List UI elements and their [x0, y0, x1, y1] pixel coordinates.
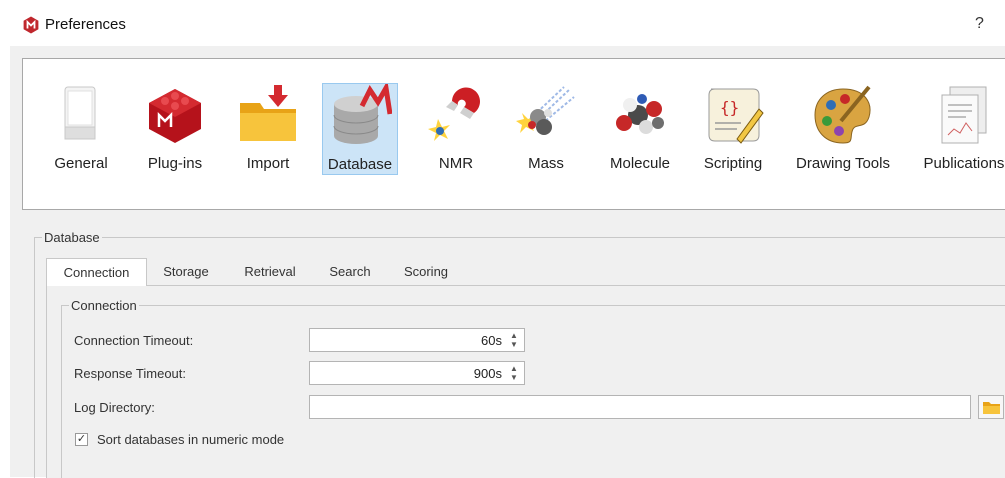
drawing-tools-icon: [814, 85, 871, 144]
category-molecule[interactable]: Molecule: [603, 83, 677, 175]
category-scripting[interactable]: {} Scripting: [693, 83, 773, 175]
help-button[interactable]: ?: [975, 15, 984, 33]
category-drawing-tools[interactable]: Drawing Tools: [787, 83, 899, 175]
tab-retrieval[interactable]: Retrieval: [232, 258, 308, 285]
molecule-icon: [616, 94, 664, 134]
import-icon: [240, 85, 296, 141]
browse-folder-button[interactable]: [978, 395, 1004, 419]
nmr-icon: [428, 87, 480, 141]
tab-storage[interactable]: Storage: [152, 258, 220, 285]
publications-icon: [941, 86, 987, 144]
category-mass[interactable]: Mass: [512, 83, 580, 175]
category-label: General: [54, 155, 108, 172]
category-label: Scripting: [703, 155, 763, 172]
connection-group: [61, 305, 1005, 478]
database-icon: [333, 84, 392, 144]
tab-search[interactable]: Search: [320, 258, 380, 285]
category-label: Plug-ins: [147, 155, 203, 172]
connection-timeout-label: Connection Timeout:: [74, 333, 194, 348]
category-plugins[interactable]: Plug-ins: [136, 83, 214, 175]
category-import[interactable]: Import: [231, 83, 305, 175]
sort-numeric-label: Sort databases in numeric mode: [97, 432, 285, 447]
category-nmr[interactable]: NMR: [422, 83, 490, 175]
spin-arrows-icon[interactable]: ▲ ▼: [508, 364, 520, 382]
category-publications[interactable]: Publications: [916, 83, 1005, 175]
database-group-title: Database: [42, 230, 102, 245]
svg-text:{}: {}: [720, 98, 739, 117]
tab-connection[interactable]: Connection: [46, 258, 147, 286]
mass-icon: [516, 86, 575, 135]
category-label: NMR: [438, 155, 474, 172]
category-label: Database: [327, 156, 393, 173]
log-directory-label: Log Directory:: [74, 400, 155, 415]
category-label: Import: [246, 155, 290, 172]
tab-scoring[interactable]: Scoring: [392, 258, 460, 285]
spin-arrows-icon[interactable]: ▲ ▼: [508, 331, 520, 349]
connection-group-title: Connection: [69, 298, 139, 313]
response-timeout-spinbox[interactable]: 900s ▲ ▼: [309, 361, 525, 385]
category-label: Molecule: [609, 155, 671, 172]
response-timeout-label: Response Timeout:: [74, 366, 187, 381]
response-timeout-value: 900s: [473, 366, 502, 381]
window-titlebar: Preferences ?: [0, 0, 1005, 46]
general-icon: [64, 86, 96, 140]
category-label: Publications: [923, 155, 1005, 172]
scripting-icon: {}: [708, 88, 764, 144]
plugins-icon: [149, 89, 201, 143]
app-logo-icon: [23, 16, 39, 34]
window-title: Preferences: [45, 16, 126, 33]
category-label: Drawing Tools: [796, 155, 890, 172]
log-directory-input[interactable]: [309, 395, 971, 419]
sort-numeric-checkbox[interactable]: ✓: [75, 433, 88, 446]
category-database[interactable]: Database: [322, 83, 398, 175]
category-label: Mass: [528, 155, 564, 172]
folder-icon: [983, 402, 1000, 414]
connection-timeout-value: 60s: [481, 333, 502, 348]
category-general[interactable]: General: [45, 83, 117, 175]
preferences-category-toolbar: General Plug-ins Import Database NMR Mas…: [22, 58, 1005, 210]
connection-timeout-spinbox[interactable]: 60s ▲ ▼: [309, 328, 525, 352]
